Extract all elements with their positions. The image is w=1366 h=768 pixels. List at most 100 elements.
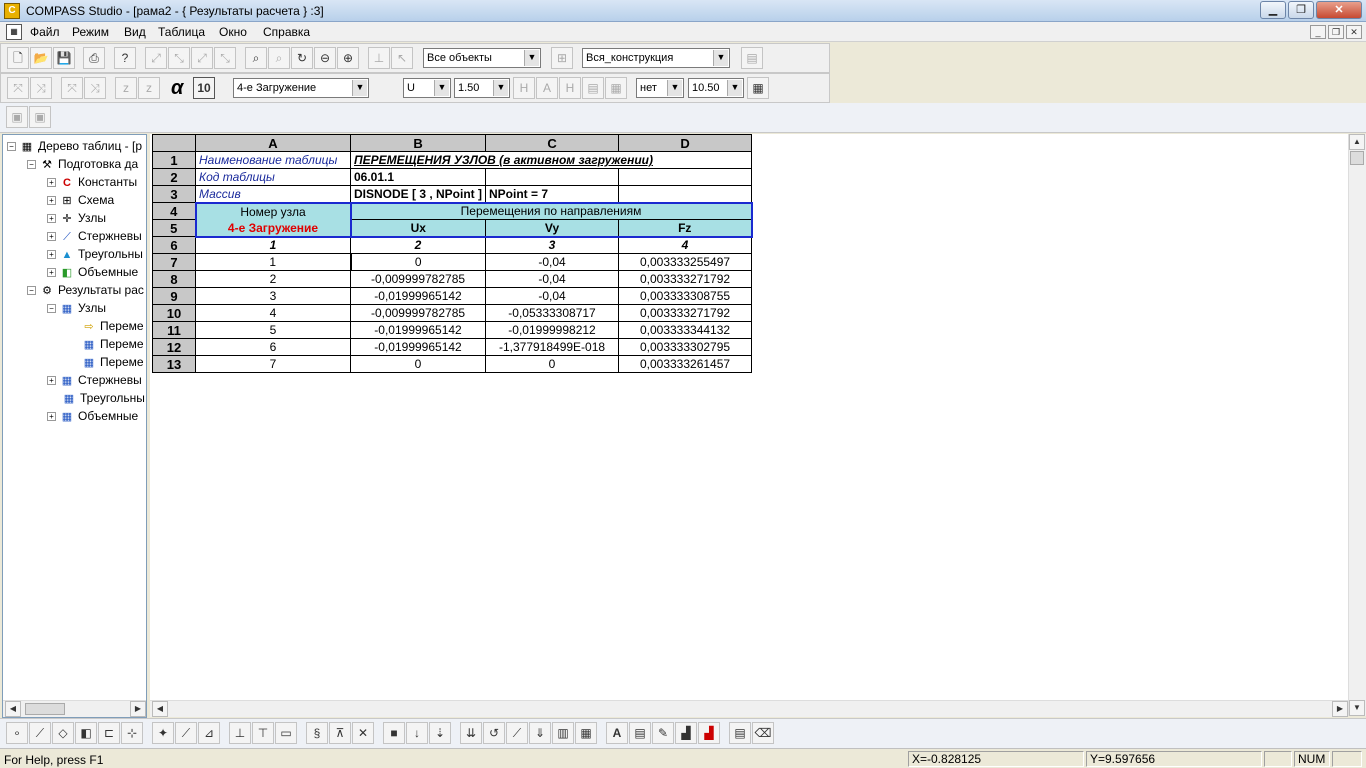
- stamp-icon[interactable]: ⊥: [368, 47, 390, 69]
- dim-z-icon[interactable]: z: [115, 77, 137, 99]
- expand-icon[interactable]: +: [47, 196, 56, 206]
- chart-icon[interactable]: ▟: [675, 722, 697, 744]
- menu-help[interactable]: Справка: [263, 25, 310, 39]
- width-select[interactable]: 1.50 ▼: [454, 78, 510, 98]
- menu-file[interactable]: Файл: [30, 25, 60, 39]
- horizontal-scrollbar[interactable]: ◀ ▶: [150, 700, 1348, 717]
- mdi-close-button[interactable]: ✕: [1346, 25, 1362, 39]
- column-header-d[interactable]: D: [618, 134, 753, 152]
- fz-cell[interactable]: 0,003333255497: [618, 253, 753, 271]
- constraint-icon[interactable]: ⊤: [252, 722, 274, 744]
- column-header-a[interactable]: A: [195, 134, 351, 152]
- collapse-icon[interactable]: −: [27, 286, 36, 296]
- row-header[interactable]: 12: [152, 338, 196, 356]
- tree-node-triangles[interactable]: + ▲ Треугольны: [47, 245, 143, 263]
- maximize-button[interactable]: ❐: [1288, 1, 1314, 19]
- row-header[interactable]: 10: [152, 304, 196, 322]
- table-code-label[interactable]: Код таблицы: [195, 168, 351, 186]
- eraser-icon[interactable]: ⌫: [752, 722, 774, 744]
- load-comb-icon[interactable]: ▦: [575, 722, 597, 744]
- ux-cell[interactable]: -0,009999782785: [349, 270, 487, 288]
- row-header[interactable]: 4: [152, 202, 196, 220]
- app-icon[interactable]: C: [4, 3, 20, 19]
- ux-cell[interactable]: -0,01999965142: [349, 287, 487, 305]
- mdi-restore-button[interactable]: ❐: [1328, 25, 1344, 39]
- ux-header[interactable]: Ux: [349, 219, 487, 238]
- coords-icon[interactable]: ⊹: [121, 722, 143, 744]
- collapse-icon[interactable]: −: [47, 304, 56, 314]
- row-header[interactable]: 1: [152, 151, 196, 169]
- tree-node-constants[interactable]: + C Константы: [47, 173, 137, 191]
- distributed-load-icon[interactable]: ⇊: [460, 722, 482, 744]
- scroll-left-icon[interactable]: ◀: [5, 701, 21, 717]
- objects-select[interactable]: Все объекты ▼: [423, 48, 541, 68]
- fz-cell[interactable]: 0,003333271792: [618, 304, 753, 322]
- menu-mode[interactable]: Режим: [72, 25, 109, 39]
- vy-cell[interactable]: -0,01999998212: [485, 321, 620, 339]
- tree-horizontal-scrollbar[interactable]: ◀ ▶: [3, 700, 146, 717]
- row-header[interactable]: 7: [152, 253, 196, 271]
- npoint-value[interactable]: NPoint = 7: [485, 185, 620, 203]
- table-view-icon[interactable]: ▤: [629, 722, 651, 744]
- text-icon[interactable]: A: [606, 722, 628, 744]
- tree-collapse-icon[interactable]: ▣: [6, 106, 28, 128]
- rotate-icon[interactable]: ↻: [291, 47, 313, 69]
- vy-cell[interactable]: 0: [485, 355, 620, 373]
- tree-node-results[interactable]: − ⚙ Результаты рас: [27, 281, 144, 299]
- load-bar-icon[interactable]: ⇣: [429, 722, 451, 744]
- table-code-value[interactable]: 06.01.1: [349, 168, 487, 186]
- row-header[interactable]: 8: [152, 270, 196, 288]
- result-chart-icon[interactable]: ▟: [698, 722, 720, 744]
- vy-cell[interactable]: -0,04: [485, 270, 620, 288]
- expand-icon[interactable]: +: [47, 412, 56, 422]
- report-icon[interactable]: ▤: [729, 722, 751, 744]
- tree-node-bars[interactable]: + ⟋ Стержневы: [47, 227, 142, 245]
- tree-node-result-triangles[interactable]: ▦ Треугольны: [61, 389, 145, 407]
- array-value[interactable]: DISNODE [ 3 , NPoint ]: [349, 185, 487, 203]
- row-header[interactable]: 6: [152, 236, 196, 254]
- col-width-icon[interactable]: H: [513, 77, 535, 99]
- vy-cell[interactable]: -0,04: [485, 287, 620, 305]
- properties-icon[interactable]: ▤: [741, 47, 763, 69]
- table-name-value[interactable]: ПЕРЕМЕЩЕНИЯ УЗЛОВ (в активном загружении…: [349, 151, 753, 169]
- frame-icon[interactable]: ⊏: [98, 722, 120, 744]
- construction-select[interactable]: Вся_конструкция ▼: [582, 48, 730, 68]
- column-header-b[interactable]: B: [349, 134, 487, 152]
- node-cell[interactable]: 7: [195, 355, 351, 373]
- collapse-icon[interactable]: −: [27, 160, 36, 170]
- ux-cell[interactable]: -0,01999965142: [349, 338, 487, 356]
- beam-icon[interactable]: ⊼: [329, 722, 351, 744]
- tree-node-preparation[interactable]: − ⚒ Подготовка да: [27, 155, 138, 173]
- zoom-out-icon[interactable]: ⊖: [314, 47, 336, 69]
- zoom-in-icon[interactable]: ⊕: [337, 47, 359, 69]
- grid-cell[interactable]: [485, 168, 620, 186]
- scroll-up-icon[interactable]: ▲: [1349, 134, 1365, 150]
- vy-header[interactable]: Vy: [485, 219, 620, 238]
- save-icon[interactable]: 💾: [53, 47, 75, 69]
- row-header[interactable]: 3: [152, 185, 196, 203]
- ux-cell[interactable]: 0: [349, 355, 487, 373]
- pen-icon[interactable]: ✎: [652, 722, 674, 744]
- scroll-down-icon[interactable]: ▼: [1349, 700, 1365, 716]
- zoom-icon[interactable]: ⌕: [245, 47, 267, 69]
- new-file-icon[interactable]: 🗋: [7, 47, 29, 69]
- fz-cell[interactable]: 0,003333261457: [618, 355, 753, 373]
- table-name-label[interactable]: Наименование таблицы: [195, 151, 351, 169]
- format-table-icon[interactable]: ▤: [582, 77, 604, 99]
- table-settings-icon[interactable]: ▦: [747, 77, 769, 99]
- column-index-cell[interactable]: 4: [618, 236, 753, 254]
- scroll-thumb[interactable]: [25, 703, 65, 715]
- grid-corner[interactable]: [152, 134, 196, 152]
- bar-select-icon[interactable]: ⟋: [175, 722, 197, 744]
- format-grid-icon[interactable]: ▦: [605, 77, 627, 99]
- pressure-icon[interactable]: ⇓: [529, 722, 551, 744]
- grid-cell[interactable]: [618, 168, 753, 186]
- row-header[interactable]: 2: [152, 168, 196, 186]
- node-cell[interactable]: 3: [195, 287, 351, 305]
- print-icon[interactable]: ⎙: [83, 47, 105, 69]
- fz-header[interactable]: Fz: [618, 219, 753, 238]
- node-select-icon[interactable]: ✦: [152, 722, 174, 744]
- row-header[interactable]: 9: [152, 287, 196, 305]
- tree-node-displacements-active[interactable]: ⇨ Переме: [81, 317, 143, 335]
- row-header[interactable]: 11: [152, 321, 196, 339]
